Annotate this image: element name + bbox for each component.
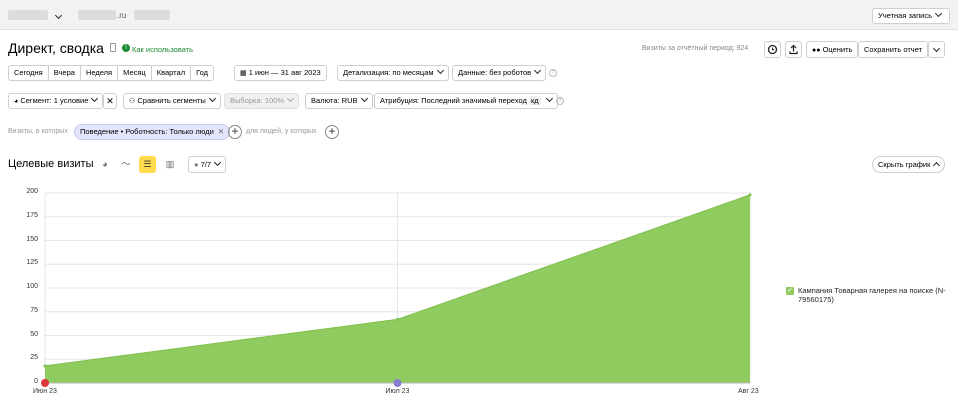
data-filter-dropdown[interactable]: Данные: без роботов (452, 65, 547, 81)
page-title: Директ, сводка (8, 40, 104, 56)
y-tick-label: 75 (30, 306, 38, 314)
close-icon: ✕ (106, 96, 114, 106)
comment-icon: ● (194, 160, 199, 169)
domain-id-blur (134, 10, 170, 20)
close-icon[interactable]: ✕ (218, 127, 224, 136)
add-filter-button[interactable]: + (228, 125, 242, 139)
question-icon[interactable]: ? (549, 69, 557, 77)
bar-chart-view-icon[interactable]: ▥ (163, 157, 177, 171)
series-area (45, 194, 750, 383)
period-yesterday[interactable]: Вчера (49, 66, 81, 80)
bookmark-icon[interactable] (110, 43, 116, 52)
date-range-button[interactable]: ▦ 1 июн — 31 авг 2023 (234, 65, 327, 81)
period-week[interactable]: Неделя (81, 66, 119, 80)
domain-suffix: .ru (117, 11, 127, 20)
segment-dropdown[interactable]: ◕ Сегмент: 1 условие (8, 93, 104, 109)
chevron-down-icon (545, 94, 553, 103)
pie-chart-view-icon[interactable]: ◕ (98, 157, 112, 171)
y-tick-label: 175 (26, 211, 38, 219)
annotation-marker (393, 379, 402, 387)
data-point (396, 317, 399, 321)
chevron-down-icon (286, 94, 295, 103)
series-select-dropdown[interactable]: ● 7/7 (188, 156, 227, 173)
y-tick-label: 25 (30, 354, 38, 362)
line-chart-view-icon[interactable]: 〜 (119, 157, 133, 171)
chevron-down-icon (214, 158, 222, 167)
visits-info: Визиты за отчётный период: 924 (642, 45, 749, 52)
y-tick-label: 100 (26, 283, 38, 290)
upload-icon (789, 44, 798, 55)
y-tick-label: 0 (34, 378, 38, 385)
pie-icon: ◕ (14, 98, 19, 105)
area-chart-view-icon[interactable]: ☰ (139, 156, 156, 173)
counter-name-blur (8, 10, 48, 20)
legend-series-label: Кампания Товарная галерея на поиске (N-7… (798, 286, 946, 304)
compare-segments-dropdown[interactable]: ⚇ Сравнить сегменты (123, 93, 221, 109)
currency-dropdown[interactable]: Валюта: RUB (305, 93, 373, 109)
data-point (43, 364, 47, 368)
chevron-up-icon (933, 161, 941, 170)
hide-chart-button[interactable]: Скрыть график (872, 156, 946, 173)
attribution-badge: кд (528, 96, 541, 105)
x-tick-label: Июн 23 (33, 388, 57, 395)
filter-visits-label: Визиты, в которых (8, 128, 68, 135)
y-tick-label: 125 (26, 259, 38, 267)
sample-dropdown: Выборка: 100% (224, 93, 299, 109)
y-tick-label: 150 (26, 235, 38, 243)
chevron-down-icon (436, 66, 444, 75)
series-line (44, 194, 751, 367)
chevron-down-icon (91, 94, 99, 103)
period-today[interactable]: Сегодня (9, 66, 49, 80)
chart-title: Целевые визиты (8, 158, 94, 170)
chevron-down-icon (208, 94, 216, 103)
export-button[interactable] (785, 41, 802, 58)
question-icon[interactable]: ? (556, 97, 564, 105)
x-tick-label: Авг 23 (738, 388, 759, 395)
account-button[interactable]: Учетная запись (872, 8, 950, 24)
help-circle-icon: ! (122, 44, 130, 52)
period-month[interactable]: Месяц (118, 66, 152, 80)
filter-people-label: для людей, у которых (246, 128, 317, 135)
legend-checkbox[interactable]: ✓ (786, 287, 794, 295)
calendar-icon: ▦ (240, 70, 247, 77)
filter-condition-chip[interactable]: Поведение • Роботность: Только люди ✕ (74, 124, 231, 140)
history-button[interactable] (764, 41, 781, 58)
y-tick-label: 200 (26, 188, 38, 195)
area-chart (41, 192, 752, 387)
attribution-dropdown[interactable]: Атрибуция: Последний значимый переход кд (374, 93, 558, 109)
detail-dropdown[interactable]: Детализация: по месяцам (337, 65, 449, 81)
period-quarter[interactable]: Квартал (152, 66, 192, 80)
rate-button[interactable]: ●● Оценить (806, 41, 859, 58)
compare-icon: ⚇ (129, 98, 136, 105)
chevron-down-icon (934, 9, 943, 18)
domain-blur (78, 10, 116, 20)
y-tick-label: 50 (30, 330, 38, 338)
save-report-button[interactable]: Сохранить отчет (858, 41, 928, 58)
segment-clear-button[interactable]: ✕ (103, 93, 117, 109)
chevron-down-icon (360, 94, 368, 103)
chevron-down-icon (534, 66, 542, 75)
howto-link[interactable]: Как использовать (132, 45, 193, 54)
data-point (748, 193, 752, 197)
clock-icon (767, 44, 778, 55)
period-switch: Сегодня Вчера Неделя Месяц Квартал Год (8, 65, 215, 81)
top-bar: .ru Учетная запись (0, 0, 958, 30)
save-menu-button[interactable] (928, 41, 945, 58)
chevron-down-icon[interactable] (54, 11, 63, 20)
annotation-marker (41, 379, 49, 387)
add-people-filter-button[interactable]: + (325, 125, 339, 139)
rate-icon: ●● (812, 47, 821, 54)
period-year[interactable]: Год (191, 66, 213, 80)
chevron-down-icon (932, 44, 941, 53)
x-tick-label: Июл 23 (385, 388, 410, 395)
